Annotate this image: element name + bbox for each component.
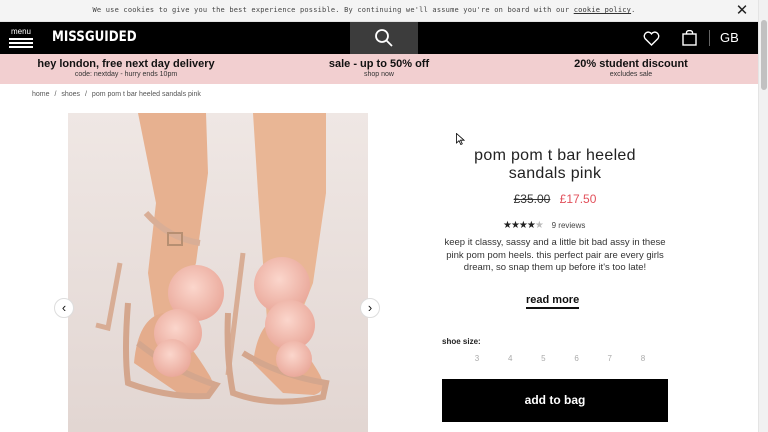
brand-logo[interactable]: MISSGUIDED	[52, 29, 137, 45]
promo-subtitle: shop now	[364, 71, 394, 78]
promo-title: sale - up to 50% off	[328, 58, 430, 70]
description-fade	[442, 273, 668, 289]
promo-student[interactable]: 20% student discount excludes sale	[540, 58, 722, 78]
size-selector: 3 4 5 6 7 8	[470, 354, 650, 363]
read-more-link[interactable]: read more	[526, 294, 580, 309]
region-selector[interactable]: GB	[720, 30, 739, 45]
size-option[interactable]: 7	[603, 354, 617, 363]
breadcrumb-shoes[interactable]: shoes	[61, 91, 80, 98]
size-label: shoe size:	[442, 337, 481, 346]
breadcrumb-current: pom pom t bar heeled sandals pink	[91, 91, 201, 98]
hamburger-icon	[9, 38, 33, 48]
review-count[interactable]: 9 reviews	[552, 221, 586, 230]
breadcrumb: home / shoes / pom pom t bar heeled sand…	[32, 91, 204, 98]
product-image[interactable]	[68, 113, 368, 432]
menu-label: menu	[10, 27, 31, 36]
promo-sale[interactable]: sale - up to 50% off shop now	[300, 58, 458, 78]
search-icon	[375, 29, 393, 47]
promo-subtitle: excludes sale	[609, 71, 653, 78]
cookie-message-text: We use cookies to give you the best expe…	[92, 6, 570, 14]
breadcrumb-separator: /	[54, 91, 57, 98]
cookie-message-suffix: .	[631, 6, 636, 14]
promo-bar: hey london, free next day delivery code:…	[0, 54, 758, 84]
scrollbar-thumb[interactable]	[761, 20, 767, 90]
product-title-line: pom pom t bar heeled	[474, 147, 636, 164]
close-icon[interactable]: ✕	[734, 3, 750, 19]
original-price: £35.00	[513, 192, 551, 206]
sale-price: £17.50	[559, 192, 597, 206]
promo-subtitle: code: nextday - hurry ends 10pm	[74, 71, 178, 78]
gallery-prev-button[interactable]: ‹	[54, 298, 74, 318]
main-navigation: menu MISSGUIDED GB	[0, 22, 758, 54]
size-option[interactable]: 8	[636, 354, 650, 363]
mouse-cursor-icon	[456, 133, 465, 145]
promo-delivery[interactable]: hey london, free next day delivery code:…	[20, 58, 232, 78]
star-rating-icon: ★★★★★	[503, 220, 544, 231]
menu-button[interactable]: menu	[9, 27, 33, 48]
product-title-line: sandals pink	[508, 165, 602, 182]
shopping-bag-icon[interactable]	[682, 30, 697, 46]
product-rating[interactable]: ★★★★★ 9 reviews	[503, 220, 585, 231]
size-option[interactable]: 4	[503, 354, 517, 363]
gallery-next-button[interactable]: ›	[360, 298, 380, 318]
breadcrumb-separator: /	[85, 91, 87, 98]
size-option[interactable]: 6	[570, 354, 584, 363]
size-option[interactable]: 3	[470, 354, 484, 363]
nav-divider	[709, 30, 710, 46]
add-to-bag-button[interactable]: add to bag	[442, 379, 668, 422]
heart-icon[interactable]	[643, 31, 660, 46]
promo-title: hey london, free next day delivery	[37, 58, 215, 70]
cookie-message: We use cookies to give you the best expe…	[0, 6, 728, 14]
page-scrollbar[interactable]	[758, 0, 768, 432]
search-button[interactable]	[350, 22, 418, 54]
cookie-banner: We use cookies to give you the best expe…	[0, 0, 758, 22]
cookie-policy-link[interactable]: cookie policy	[574, 6, 631, 14]
breadcrumb-home[interactable]: home	[32, 91, 50, 98]
size-option[interactable]: 5	[536, 354, 550, 363]
product-price: £35.00 £17.50	[442, 192, 668, 206]
sandal-photo	[68, 113, 368, 432]
promo-title: 20% student discount	[574, 58, 688, 70]
product-title: pom pom t bar heeled sandals pink	[442, 147, 668, 183]
